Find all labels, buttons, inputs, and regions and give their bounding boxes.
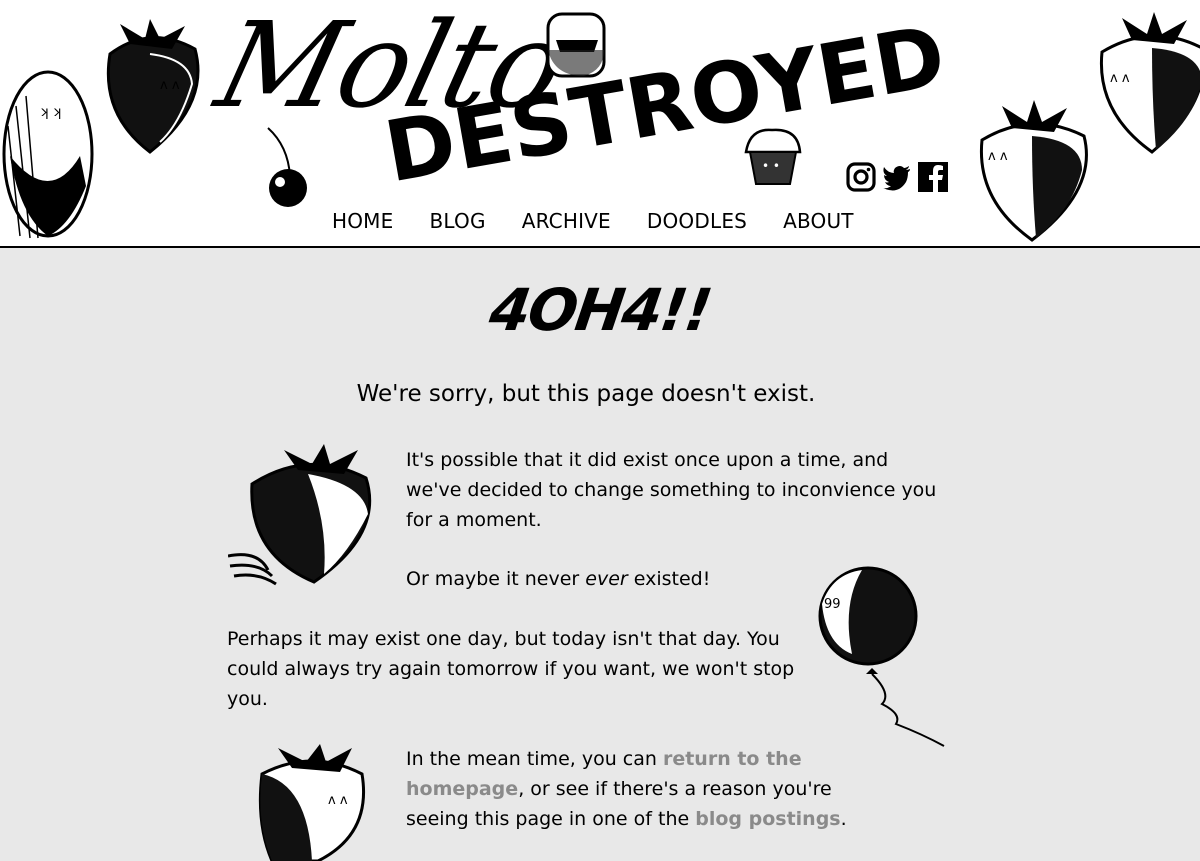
balloon-illustration: 99 bbox=[818, 566, 945, 747]
strawberry-illustration bbox=[228, 444, 372, 586]
svg-text:• •: • • bbox=[762, 159, 780, 173]
blog-postings-link[interactable]: blog postings bbox=[695, 808, 840, 830]
paragraph-3: Perhaps it may exist one day, but today … bbox=[227, 624, 797, 714]
paragraph-1: It's possible that it did exist once upo… bbox=[406, 445, 946, 535]
svg-text:99: 99 bbox=[824, 597, 841, 612]
strawberry-doodle: ʌ ʌ bbox=[979, 100, 1088, 242]
svg-text:ʌ ʌ: ʌ ʌ bbox=[988, 149, 1008, 164]
paragraph-2-text: Or maybe it never bbox=[406, 568, 586, 590]
svg-text:ʌ ʌ: ʌ ʌ bbox=[1110, 71, 1130, 86]
paragraph-4: In the mean time, you can return to the … bbox=[406, 744, 886, 834]
social-links bbox=[846, 162, 948, 192]
main-nav: HOME BLOG ARCHIVE DOODLES ABOUT bbox=[314, 209, 872, 233]
muffin-doodle: • • bbox=[744, 128, 802, 185]
nav-doodles[interactable]: DOODLES bbox=[629, 209, 765, 233]
instagram-icon[interactable] bbox=[846, 162, 876, 192]
main-content: 4OH4!! We're sorry, but this page doesn'… bbox=[0, 248, 1200, 861]
page-title: 4OH4!! bbox=[485, 276, 715, 344]
cherry-doodle bbox=[267, 127, 307, 207]
egg-doodle: ʞ ʞ bbox=[2, 70, 94, 239]
facebook-icon[interactable] bbox=[918, 162, 948, 192]
paragraph-2-text-end: existed! bbox=[627, 568, 711, 590]
nav-about[interactable]: ABOUT bbox=[765, 209, 872, 233]
paragraph-2: Or maybe it never ever existed! bbox=[406, 564, 806, 594]
strawberry-doodle: ʌ ʌ bbox=[1099, 12, 1200, 154]
svg-text:ʞ ʞ: ʞ ʞ bbox=[40, 105, 61, 120]
nav-home[interactable]: HOME bbox=[314, 209, 411, 233]
paragraph-4-text-end: . bbox=[840, 808, 847, 830]
strawberry-illustration: ʌ ʌ bbox=[258, 744, 366, 861]
paragraph-3-text: Perhaps it may exist one day, but today … bbox=[227, 628, 795, 710]
paragraph-1-text: It's possible that it did exist once upo… bbox=[406, 449, 937, 531]
svg-text:ʌ ʌ: ʌ ʌ bbox=[160, 78, 180, 93]
page-subtitle: We're sorry, but this page doesn't exist… bbox=[356, 381, 816, 407]
twitter-icon[interactable] bbox=[882, 162, 912, 192]
paragraph-2-emphasis: ever bbox=[585, 568, 628, 590]
paragraph-4-text: In the mean time, you can bbox=[406, 748, 663, 770]
svg-text:ʌ ʌ: ʌ ʌ bbox=[328, 793, 348, 808]
marshmallow-doodle bbox=[546, 12, 606, 78]
strawberry-doodle: ʌ ʌ bbox=[106, 19, 200, 154]
nav-archive[interactable]: ARCHIVE bbox=[504, 209, 629, 233]
nav-blog[interactable]: BLOG bbox=[411, 209, 503, 233]
site-header: ʞ ʞ ʌ ʌ Molto DESTROYED • • ʌ ʌ ʌ ʌ HOME… bbox=[0, 0, 1200, 248]
